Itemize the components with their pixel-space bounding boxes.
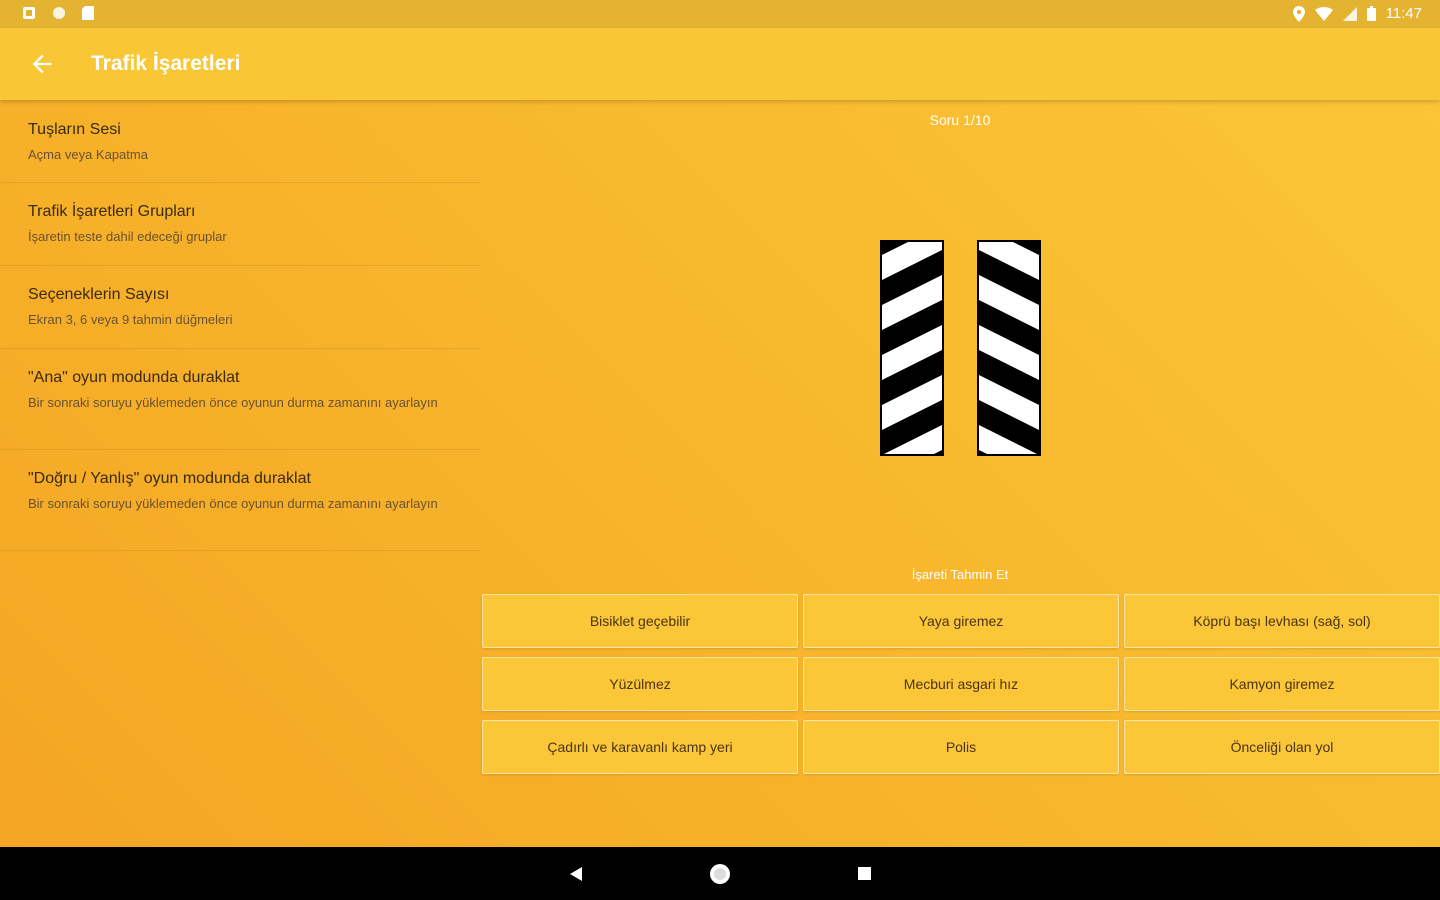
setting-subtitle: Bir sonraki soruyu yüklemeden önce oyunu… <box>28 395 438 410</box>
answer-button-7[interactable]: Çadırlı ve karavanlı kamp yeri <box>482 720 798 774</box>
answer-grid: Bisiklet geçebilir Yaya giremez Köprü ba… <box>482 594 1440 774</box>
setting-sign-groups[interactable]: Trafik İşaretleri Grupları İşaretin test… <box>0 183 480 266</box>
setting-key-sound[interactable]: Tuşların Sesi Açma veya Kapatma <box>0 100 480 183</box>
answer-button-4[interactable]: Yüzülmez <box>482 657 798 711</box>
setting-option-count[interactable]: Seçeneklerin Sayısı Ekran 3, 6 veya 9 ta… <box>0 266 480 349</box>
answer-button-3[interactable]: Köprü başı levhası (sağ, sol) <box>1124 594 1440 648</box>
setting-subtitle: İşaretin teste dahil edeceği gruplar <box>28 229 227 244</box>
status-bar-left-icons <box>22 6 94 20</box>
main-content: Tuşların Sesi Açma veya Kapatma Trafik İ… <box>0 100 1440 847</box>
notification-icon <box>23 7 35 19</box>
app-bar: Trafik İşaretleri <box>0 28 1440 100</box>
answer-button-9[interactable]: Önceliği olan yol <box>1124 720 1440 774</box>
setting-title: Seçeneklerin Sayısı <box>28 286 170 303</box>
setting-title: "Doğru / Yanlış" oyun modunda duraklat <box>28 470 311 487</box>
wifi-icon <box>1314 6 1333 21</box>
answer-button-1[interactable]: Bisiklet geçebilir <box>482 594 798 648</box>
answer-button-5[interactable]: Mecburi asgari hız <box>803 657 1119 711</box>
battery-icon <box>1366 6 1376 21</box>
answer-button-8[interactable]: Polis <box>803 720 1119 774</box>
setting-title: Trafik İşaretleri Grupları <box>28 203 196 220</box>
status-bar-right: 11:47 <box>1292 5 1422 22</box>
setting-subtitle: Bir sonraki soruyu yüklemeden önce oyunu… <box>28 496 438 511</box>
setting-title: "Ana" oyun modunda duraklat <box>28 369 240 386</box>
arrow-left-icon[interactable] <box>28 50 56 78</box>
setting-title: Tuşların Sesi <box>28 121 121 138</box>
setting-subtitle: Açma veya Kapatma <box>28 147 148 162</box>
circle-icon <box>53 7 65 19</box>
sd-card-icon <box>82 6 94 20</box>
quiz-panel: Soru 1/10 İşareti Tahmin Et Bisiklet geç… <box>480 100 1440 847</box>
signal-icon <box>1342 6 1357 21</box>
answer-button-6[interactable]: Kamyon giremez <box>1124 657 1440 711</box>
status-bar: 11:47 <box>0 0 1440 28</box>
bridge-pillar-chevron-sign <box>880 240 1041 456</box>
guess-label: İşareti Tahmin Et <box>911 567 1009 582</box>
home-circle-icon[interactable] <box>708 862 732 886</box>
setting-subtitle: Ekran 3, 6 veya 9 tahmin düğmeleri <box>28 312 233 327</box>
setting-pause-main-mode[interactable]: "Ana" oyun modunda duraklat Bir sonraki … <box>0 349 480 450</box>
settings-list: Tuşların Sesi Açma veya Kapatma Trafik İ… <box>0 100 480 551</box>
answer-button-2[interactable]: Yaya giremez <box>803 594 1119 648</box>
question-counter: Soru 1/10 <box>929 112 991 128</box>
setting-pause-true-false-mode[interactable]: "Doğru / Yanlış" oyun modunda duraklat B… <box>0 450 480 551</box>
location-icon <box>1292 5 1305 22</box>
back-triangle-icon[interactable] <box>568 866 584 882</box>
status-time: 11:47 <box>1385 5 1422 22</box>
page-title: Trafik İşaretleri <box>91 52 241 75</box>
recents-square-icon[interactable] <box>857 866 872 881</box>
